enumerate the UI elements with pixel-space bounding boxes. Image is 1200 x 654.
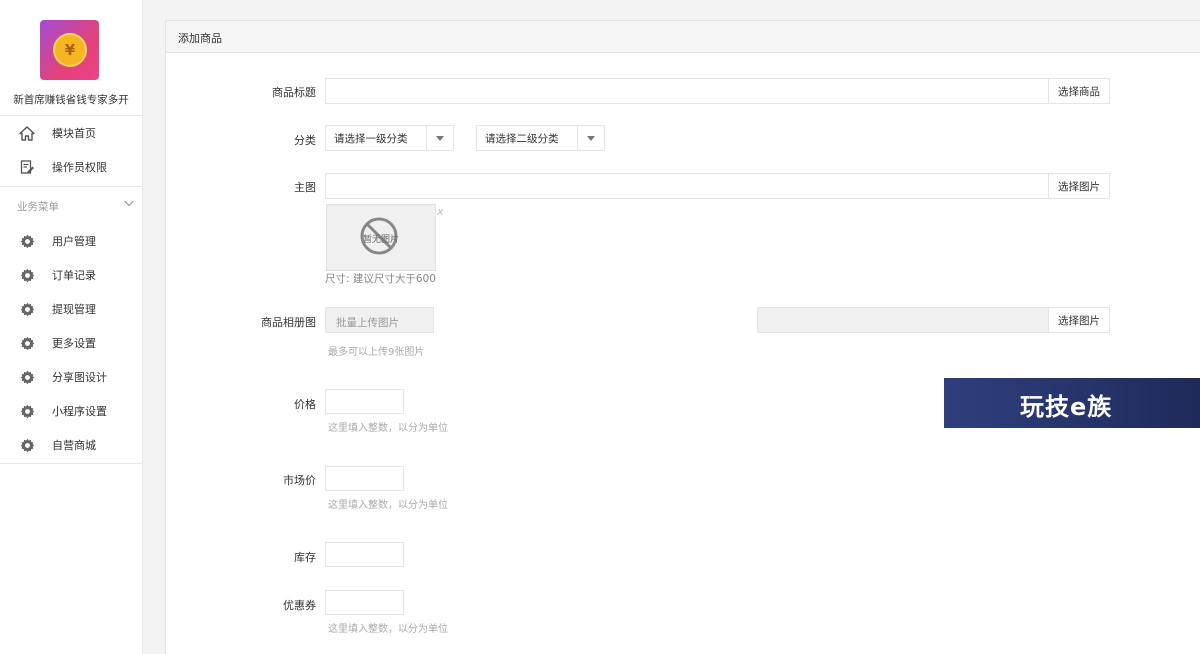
stock-input[interactable]: [325, 542, 404, 567]
sidebar-item-user-management[interactable]: 用户管理: [0, 224, 142, 258]
sidebar-item-order-records[interactable]: 订单记录: [0, 258, 142, 292]
divider: [0, 186, 142, 187]
watermark-banner: 玩技e族: [944, 378, 1200, 428]
sidebar-item-more-settings[interactable]: 更多设置: [0, 326, 142, 360]
market-price-hint: 这里填入整数，以分为单位: [328, 500, 448, 511]
sidebar-item-module-home[interactable]: 模块首页: [0, 116, 142, 150]
price-label: 价格: [294, 398, 316, 411]
sidebar-item-label: 分享图设计: [52, 371, 107, 384]
gear-icon: [19, 301, 35, 317]
sidebar-item-label: 模块首页: [52, 127, 96, 140]
no-image-text: 暂无图片: [362, 235, 399, 245]
album-hint: 最多可以上传9张图片: [328, 347, 425, 358]
batch-upload-placeholder: 批量上传图片: [336, 317, 399, 329]
main-image-input[interactable]: [325, 173, 1049, 199]
coupon-hint: 这里填入整数，以分为单位: [328, 624, 448, 635]
album-label: 商品相册图: [261, 316, 316, 329]
app-logo: ¥: [40, 20, 99, 80]
batch-upload-button[interactable]: 批量上传图片: [325, 307, 434, 333]
chevron-down-icon[interactable]: [123, 197, 135, 209]
sidebar-item-label: 操作员权限: [52, 161, 107, 174]
main-image-label: 主图: [294, 181, 316, 194]
market-price-input[interactable]: [325, 466, 404, 491]
sidebar-item-self-operated-mall[interactable]: 自营商城: [0, 428, 142, 462]
batch-upload-field[interactable]: 批量上传图片 选择图片: [325, 307, 1110, 333]
sidebar-item-label: 更多设置: [52, 337, 96, 350]
divider: [0, 463, 142, 464]
market-price-label: 市场价: [283, 474, 316, 487]
coin-icon: ¥: [53, 33, 87, 67]
home-icon: [19, 125, 35, 141]
edit-icon: [19, 159, 35, 175]
select-product-button[interactable]: 选择商品: [1048, 78, 1110, 104]
sidebar-item-withdrawal-management[interactable]: 提现管理: [0, 292, 142, 326]
sidebar-item-share-image-design[interactable]: 分享图设计: [0, 360, 142, 394]
sidebar-item-operator-permissions[interactable]: 操作员权限: [0, 150, 142, 184]
sidebar-item-label: 用户管理: [52, 235, 96, 248]
coupon-label: 优惠券: [283, 599, 316, 612]
image-size-hint: 尺寸: 建议尺寸大于600: [325, 273, 436, 285]
panel-title: 添加商品: [178, 32, 222, 45]
batch-upload-track: [757, 307, 1049, 333]
sidebar-item-label: 订单记录: [52, 269, 96, 282]
gear-icon: [19, 369, 35, 385]
gear-icon: [19, 335, 35, 351]
product-title-input[interactable]: [325, 78, 1049, 104]
image-thumbnail: 暂无图片: [326, 204, 436, 271]
section-label: 业务菜单: [17, 201, 59, 213]
primary-category-value: 请选择一级分类: [334, 132, 408, 145]
remove-image-icon[interactable]: x: [437, 205, 444, 218]
caret-down-icon: [426, 126, 453, 150]
panel-header: 添加商品: [166, 21, 1200, 53]
category-label: 分类: [294, 134, 316, 147]
app-name: 新首席赚钱省钱专家多开: [13, 94, 129, 106]
main-panel: 添加商品 商品标题 选择商品 分类 请选择一级分类 请选择二级分类 主图 选择图…: [165, 20, 1200, 654]
price-hint: 这里填入整数，以分为单位: [328, 423, 448, 434]
select-album-images-button[interactable]: 选择图片: [1048, 307, 1110, 333]
gear-icon: [19, 233, 35, 249]
stock-label: 库存: [294, 551, 316, 564]
watermark-text: 玩技e族: [1020, 393, 1113, 421]
secondary-category-value: 请选择二级分类: [485, 132, 559, 145]
gear-icon: [19, 267, 35, 283]
gear-icon: [19, 437, 35, 453]
product-title-label: 商品标题: [272, 86, 316, 99]
caret-down-icon: [577, 126, 604, 150]
sidebar-item-label: 提现管理: [52, 303, 96, 316]
primary-category-select[interactable]: 请选择一级分类: [325, 125, 454, 151]
secondary-category-select[interactable]: 请选择二级分类: [476, 125, 605, 151]
price-input[interactable]: [325, 389, 404, 414]
sidebar-item-miniprogram-settings[interactable]: 小程序设置: [0, 394, 142, 428]
sidebar-item-label: 自营商城: [52, 439, 96, 452]
sidebar: ¥ 新首席赚钱省钱专家多开 模块首页 操作员权限 业务菜单 用户管理 订单记录 …: [0, 0, 143, 654]
coupon-input[interactable]: [325, 590, 404, 615]
sidebar-item-label: 小程序设置: [52, 405, 107, 418]
select-image-button[interactable]: 选择图片: [1048, 173, 1110, 199]
gear-icon: [19, 403, 35, 419]
